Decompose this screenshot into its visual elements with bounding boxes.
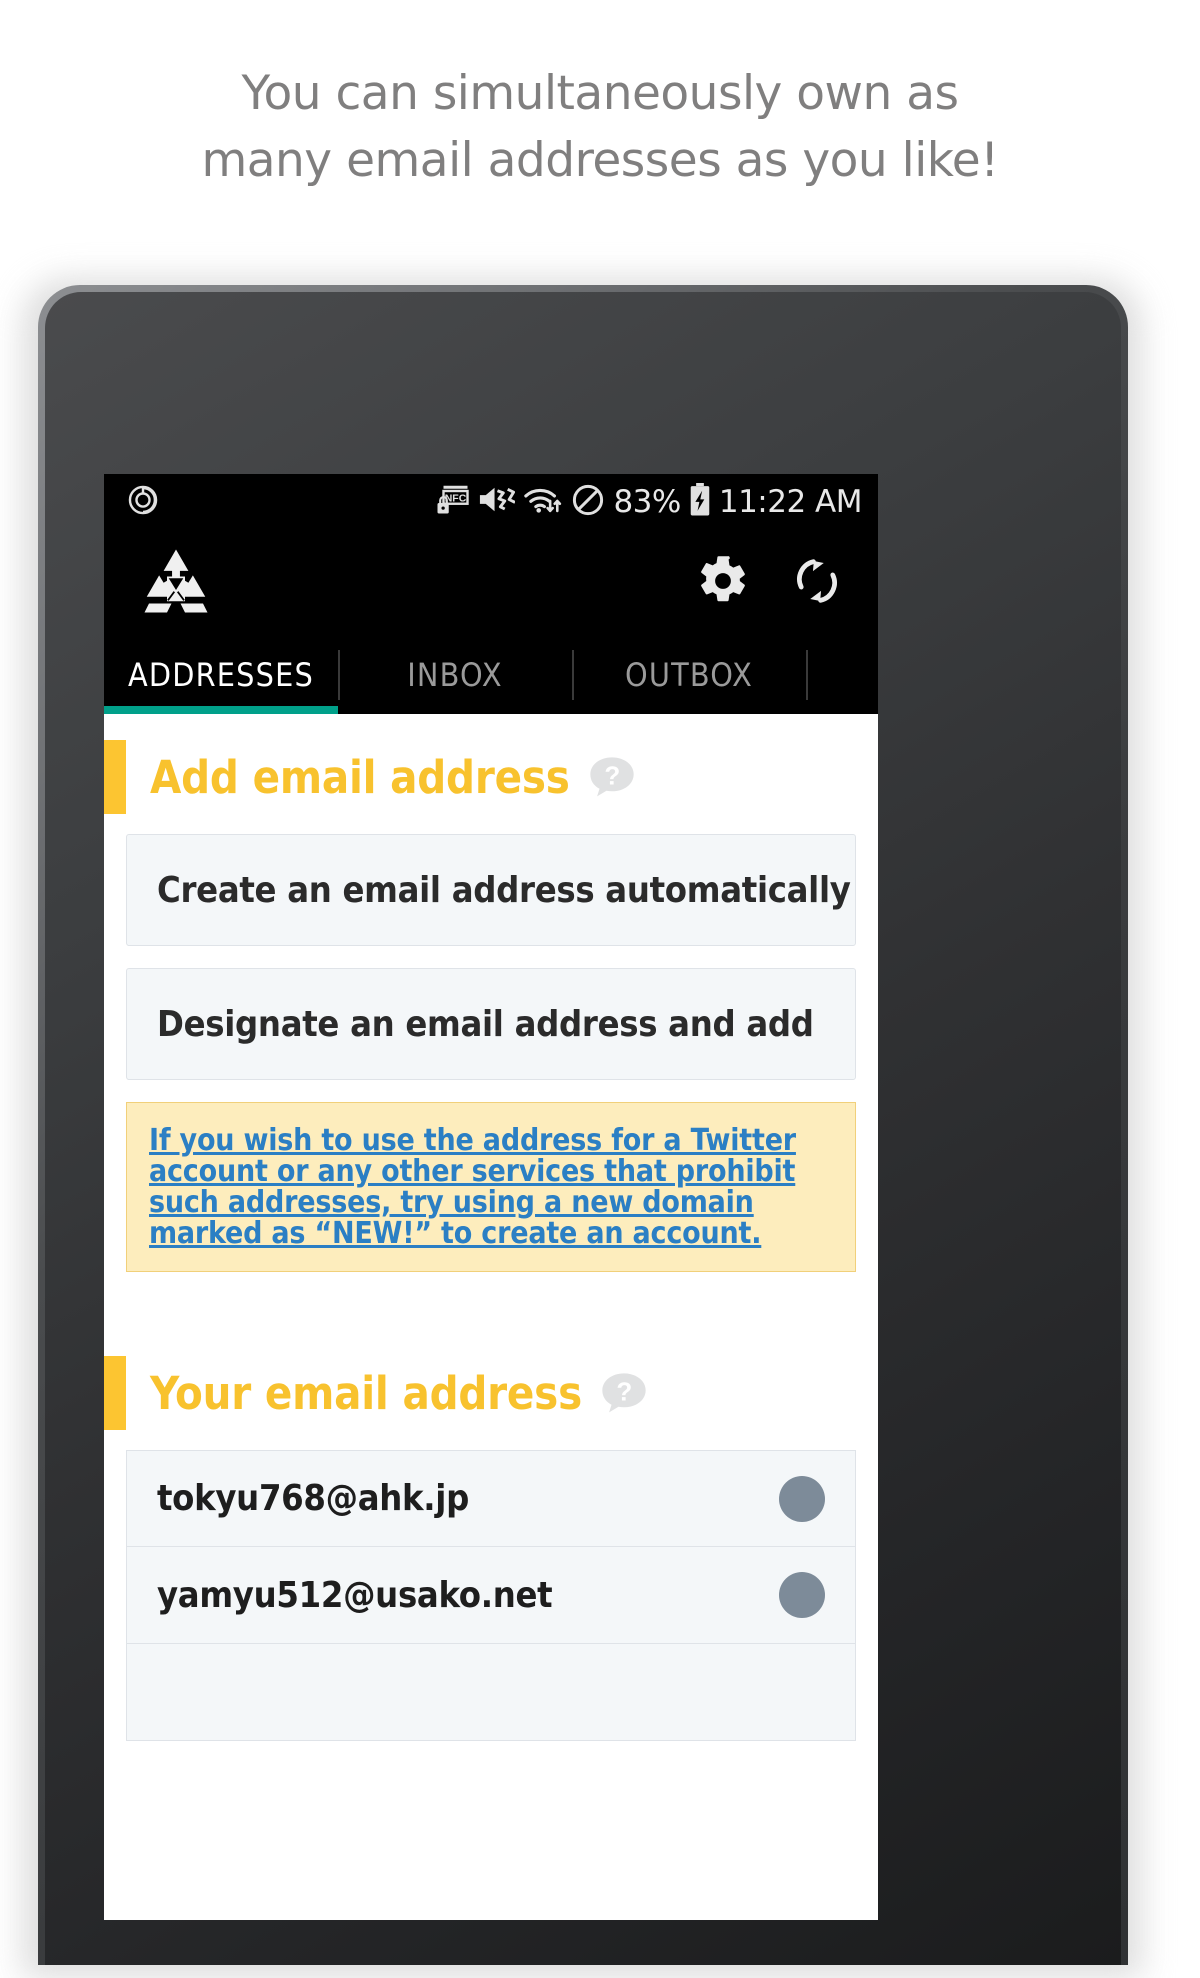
add-email-section-header: Add email address ? xyxy=(104,714,878,834)
do-not-disturb-icon xyxy=(571,483,605,522)
device-screen: NFC 83% 11:22 AM ADDRESSES INBOX OUTBOX … xyxy=(104,474,878,1920)
address-email-label: tokyu768@ahk.jp xyxy=(157,1478,469,1519)
address-list: tokyu768@ahk.jp yamyu512@usako.net xyxy=(126,1450,856,1741)
power-sync-icon xyxy=(126,483,160,522)
battery-percent-label: 83% xyxy=(613,484,681,520)
your-email-section-header: Your email address ? xyxy=(104,1330,878,1450)
app-bar xyxy=(104,530,878,636)
promo-headline: You can simultaneously own as many email… xyxy=(0,60,1200,194)
battery-charging-icon xyxy=(689,482,711,522)
status-bar: NFC 83% 11:22 AM xyxy=(104,474,878,530)
svg-text:?: ? xyxy=(604,760,620,790)
tab-addresses-label: ADDRESSES xyxy=(127,656,315,694)
refresh-button[interactable] xyxy=(790,554,844,613)
add-buttons-2: Designate an email address and add xyxy=(126,968,856,1080)
promo-headline-line2: many email addresses as you like! xyxy=(201,133,999,188)
tab-outbox-label: OUTBOX xyxy=(624,656,754,694)
addresses-content: Add email address ? Create an email addr… xyxy=(104,714,878,1920)
promo-headline-line1: You can simultaneously own as xyxy=(241,66,959,121)
your-email-section-title: Your email address xyxy=(150,1366,582,1420)
status-badge[interactable] xyxy=(779,1475,825,1522)
address-email-label: yamyu512@usako.net xyxy=(157,1574,553,1616)
help-bubble-icon[interactable]: ? xyxy=(586,753,638,810)
tab-addresses[interactable]: ADDRESSES xyxy=(104,636,338,714)
app-bar-actions xyxy=(696,554,844,613)
tab-inbox-label: INBOX xyxy=(407,656,503,694)
settings-button[interactable] xyxy=(696,554,750,613)
list-item[interactable]: tokyu768@ahk.jp xyxy=(126,1450,856,1547)
new-domain-notice: If you wish to use the address for a Twi… xyxy=(126,1102,856,1272)
create-email-automatically-label: Create an email address automatically xyxy=(157,869,851,911)
wifi-transfer-icon xyxy=(523,483,563,521)
create-email-automatically-button[interactable]: Create an email address automatically xyxy=(126,834,856,946)
new-domain-notice-link[interactable]: If you wish to use the address for a Twi… xyxy=(149,1125,833,1249)
add-buttons: Create an email address automatically xyxy=(126,834,856,946)
tab-active-indicator xyxy=(104,706,338,714)
section-accent-bar-2 xyxy=(104,1356,126,1430)
recycle-mail-logo-icon xyxy=(140,545,212,622)
designate-email-button[interactable]: Designate an email address and add xyxy=(126,968,856,1080)
status-bar-right: NFC 83% 11:22 AM xyxy=(436,482,863,523)
svg-text:NFC: NFC xyxy=(445,492,467,504)
tab-bar: ADDRESSES INBOX OUTBOX xyxy=(104,636,878,714)
clock-label: 11:22 AM xyxy=(718,484,863,520)
tab-inbox[interactable]: INBOX xyxy=(338,636,572,714)
list-item[interactable]: yamyu512@usako.net xyxy=(126,1547,856,1644)
volume-mute-vibrate-icon xyxy=(477,483,517,521)
help-bubble-icon[interactable]: ? xyxy=(598,1369,650,1426)
designate-email-label: Designate an email address and add xyxy=(157,1003,814,1045)
status-bar-left xyxy=(126,483,160,522)
section-accent-bar xyxy=(104,740,126,814)
tab-outbox[interactable]: OUTBOX xyxy=(572,636,806,714)
add-email-section-title: Add email address xyxy=(150,750,570,804)
nfc-lock-icon: NFC xyxy=(436,482,470,523)
status-badge[interactable] xyxy=(779,1572,825,1618)
tab-overflow-area[interactable] xyxy=(806,636,878,714)
svg-text:?: ? xyxy=(616,1376,632,1406)
list-item-partial[interactable] xyxy=(126,1644,856,1741)
